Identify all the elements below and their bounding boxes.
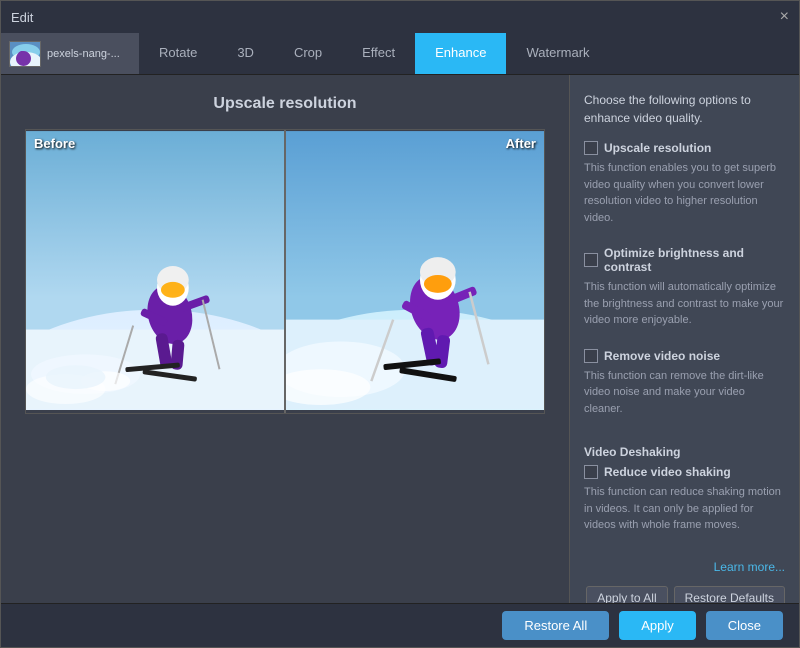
upscale-checkbox[interactable] xyxy=(584,141,598,155)
noise-label: Remove video noise xyxy=(604,349,720,363)
after-image xyxy=(286,130,544,410)
upscale-desc: This function enables you to get superb … xyxy=(584,160,785,226)
tab-3d[interactable]: 3D xyxy=(217,33,274,74)
preview-title: Upscale resolution xyxy=(213,95,356,113)
preview-area: Upscale resolution Before xyxy=(1,75,569,603)
deshaking-checkbox[interactable] xyxy=(584,465,598,479)
option-group-deshaking: Reduce video shaking This function can r… xyxy=(584,465,785,544)
after-label: After xyxy=(506,136,536,151)
tab-crop[interactable]: Crop xyxy=(274,33,342,74)
apply-button[interactable]: Apply xyxy=(619,611,696,640)
after-pane: After xyxy=(286,130,544,413)
window-close-button[interactable]: × xyxy=(780,9,789,25)
edit-window: Edit × pexels-nang-... Rotate 3D xyxy=(0,0,800,648)
option-group-upscale: Upscale resolution This function enables… xyxy=(584,141,785,236)
brightness-desc: This function will automatically optimiz… xyxy=(584,279,785,329)
content-area: Upscale resolution Before xyxy=(1,75,799,603)
restore-all-button[interactable]: Restore All xyxy=(502,611,609,640)
before-label: Before xyxy=(34,136,75,151)
deshaking-label: Reduce video shaking xyxy=(604,465,731,479)
option-row-upscale: Upscale resolution xyxy=(584,141,785,155)
learn-more-link[interactable]: Learn more... xyxy=(584,560,785,574)
option-row-brightness: Optimize brightness and contrast xyxy=(584,246,785,274)
noise-desc: This function can remove the dirt-like v… xyxy=(584,368,785,418)
restore-defaults-button[interactable]: Restore Defaults xyxy=(674,586,785,604)
upscale-label: Upscale resolution xyxy=(604,141,711,155)
tab-bar: pexels-nang-... Rotate 3D Crop Effect En… xyxy=(1,33,799,75)
brightness-label: Optimize brightness and contrast xyxy=(604,246,785,274)
noise-checkbox[interactable] xyxy=(584,349,598,363)
title-bar: Edit × xyxy=(1,1,799,33)
brightness-checkbox[interactable] xyxy=(584,253,598,267)
deshaking-section-label: Video Deshaking xyxy=(584,445,785,459)
bottom-bar: Restore All Apply Close xyxy=(1,603,799,647)
window-title: Edit xyxy=(11,10,33,25)
option-row-noise: Remove video noise xyxy=(584,349,785,363)
preview-images: Before xyxy=(25,129,545,414)
video-thumbnail xyxy=(9,41,41,67)
options-panel: Choose the following options to enhance … xyxy=(569,75,799,603)
before-pane: Before xyxy=(26,130,284,413)
filename-label: pexels-nang-... xyxy=(47,48,120,60)
tab-watermark[interactable]: Watermark xyxy=(506,33,609,74)
option-row-deshaking: Reduce video shaking xyxy=(584,465,785,479)
thumbnail-area: pexels-nang-... xyxy=(1,33,139,74)
close-button[interactable]: Close xyxy=(706,611,783,640)
apply-to-all-button[interactable]: Apply to All xyxy=(586,586,667,604)
tab-enhance[interactable]: Enhance xyxy=(415,33,506,74)
option-group-noise: Remove video noise This function can rem… xyxy=(584,349,785,428)
tab-rotate[interactable]: Rotate xyxy=(139,33,217,74)
option-group-brightness: Optimize brightness and contrast This fu… xyxy=(584,246,785,339)
tab-effect[interactable]: Effect xyxy=(342,33,415,74)
deshaking-desc: This function can reduce shaking motion … xyxy=(584,484,785,534)
panel-bottom-buttons: Apply to All Restore Defaults xyxy=(584,574,785,604)
before-image xyxy=(26,130,284,410)
options-intro: Choose the following options to enhance … xyxy=(584,91,785,127)
tabs-row: Rotate 3D Crop Effect Enhance Watermark xyxy=(139,33,799,74)
